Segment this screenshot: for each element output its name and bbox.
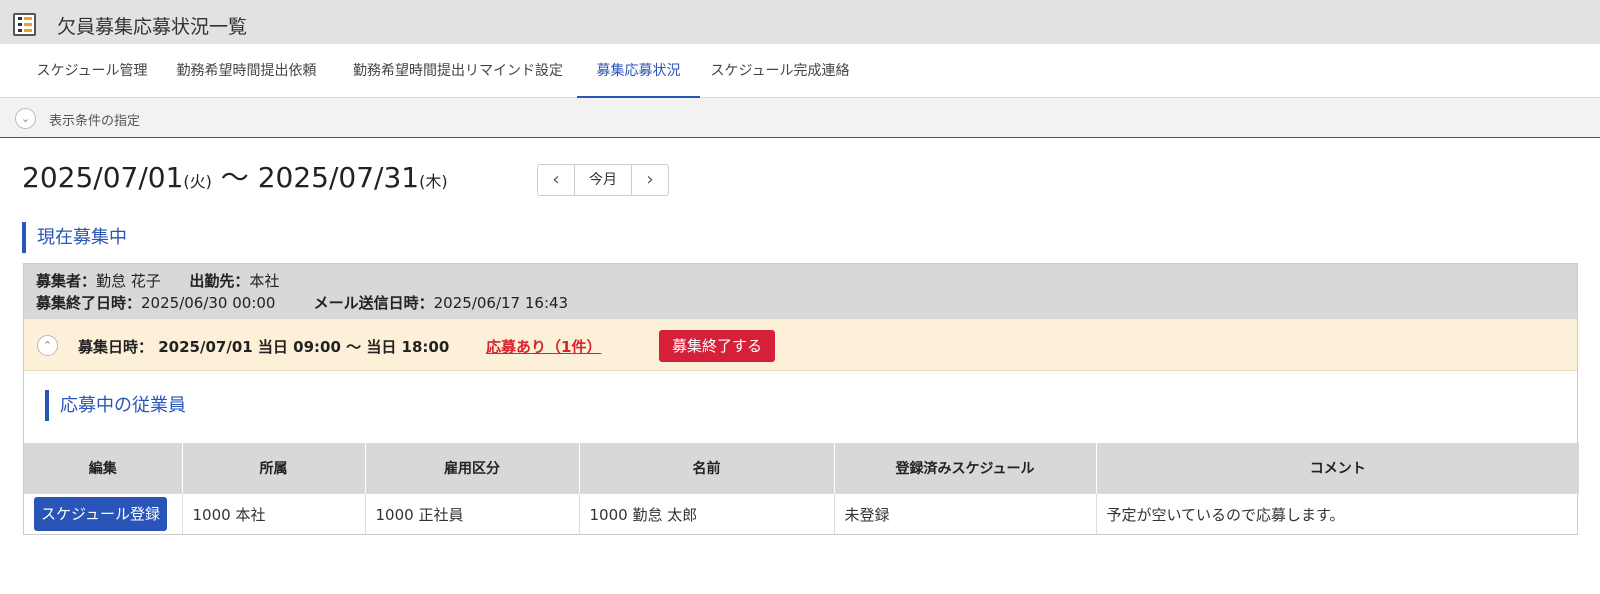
end-label: 募集終了日時： [36, 294, 142, 312]
title-bar: 欠員募集応募状況一覧 [0, 0, 1600, 44]
workplace-value: 本社 [249, 272, 280, 290]
chevron-right-icon[interactable]: › [632, 165, 668, 195]
date-range: 2025/07/01(火) 〜 2025/07/31(木) [22, 156, 448, 196]
tab-recruitment-status[interactable]: 募集応募状況 [577, 44, 700, 98]
schedule-app-icon [13, 13, 36, 36]
applicants-table: 編集 所属 雇用区分 名前 登録済みスケジュール コメント スケジュール登録 1… [24, 443, 1579, 535]
cell-employment: 1000 正社員 [365, 492, 580, 535]
col-comment: コメント [1096, 443, 1579, 493]
table-header-row: 編集 所属 雇用区分 名前 登録済みスケジュール コメント [24, 443, 1579, 493]
mail-value: 2025/06/17 16:43 [433, 294, 569, 312]
table-row: スケジュール登録 1000 本社 1000 正社員 1000 勤怠 太郎 未登録… [24, 492, 1579, 535]
tab-shift-reminder[interactable]: 勤務希望時間提出リマインド設定 [344, 44, 572, 98]
filter-bar[interactable]: ⌄ 表示条件の指定 [0, 98, 1600, 138]
col-schedule: 登録済みスケジュール [834, 443, 1097, 493]
page-title: 欠員募集応募状況一覧 [57, 16, 248, 38]
tab-shift-request[interactable]: 勤務希望時間提出依頼 [164, 44, 329, 98]
schedule-register-button[interactable]: スケジュール登録 [34, 497, 167, 532]
tab-bar: スケジュール管理 勤務希望時間提出依頼 勤務希望時間提出リマインド設定 募集応募… [0, 44, 1600, 98]
chevron-up-icon[interactable]: ⌃ [37, 335, 58, 356]
end-recruitment-button[interactable]: 募集終了する [659, 330, 775, 362]
range-separator: 〜 [220, 161, 249, 194]
recruitment-date: 募集日時： 2025/07/01 当日 09:00 〜 当日 18:00 [78, 336, 449, 357]
section-title-applicants: 応募中の従業員 [45, 390, 186, 421]
cell-name: 1000 勤怠 太郎 [579, 492, 835, 535]
range-end: 2025/07/31 [257, 161, 420, 194]
filter-label: 表示条件の指定 [49, 114, 141, 129]
col-name: 名前 [579, 443, 835, 493]
recruitment-info: 募集者：勤怠 花子 出勤先：本社 募集終了日時：2025/06/30 00:00… [24, 264, 1577, 319]
col-employment: 雇用区分 [365, 443, 580, 493]
cell-schedule: 未登録 [834, 492, 1097, 535]
mail-label: メール送信日時： [313, 294, 434, 312]
cell-comment: 予定が空いているので応募します。 [1096, 492, 1579, 535]
recruitment-date-value: 2025/07/01 当日 09:00 〜 当日 18:00 [158, 338, 450, 356]
chevron-left-icon[interactable]: ‹ [538, 165, 574, 195]
workplace-label: 出勤先： [189, 272, 250, 290]
tab-schedule-management[interactable]: スケジュール管理 [30, 44, 154, 98]
recruitment-date-row: ⌃ 募集日時： 2025/07/01 当日 09:00 〜 当日 18:00 応… [24, 319, 1577, 371]
applied-count-link[interactable]: 応募あり（1件） [486, 336, 601, 357]
recruiter-label: 募集者： [36, 272, 97, 290]
cell-department: 1000 本社 [182, 492, 366, 535]
tab-schedule-complete[interactable]: スケジュール完成連絡 [705, 44, 855, 98]
range-start-dow: (火) [183, 172, 212, 191]
col-department: 所属 [182, 443, 366, 493]
recruiter-value: 勤怠 花子 [96, 272, 161, 290]
range-start: 2025/07/01 [22, 161, 184, 194]
recruitment-card: 募集者：勤怠 花子 出勤先：本社 募集終了日時：2025/06/30 00:00… [23, 263, 1579, 535]
range-end-dow: (木) [419, 172, 448, 191]
section-title-recruiting: 現在募集中 [22, 222, 127, 253]
end-value: 2025/06/30 00:00 [141, 294, 276, 312]
month-pager: ‹ 今月 › [537, 164, 669, 196]
recruitment-date-label: 募集日時： [78, 338, 154, 356]
this-month-button[interactable]: 今月 [574, 165, 632, 195]
chevron-down-icon[interactable]: ⌄ [15, 108, 36, 129]
col-edit: 編集 [24, 443, 183, 493]
